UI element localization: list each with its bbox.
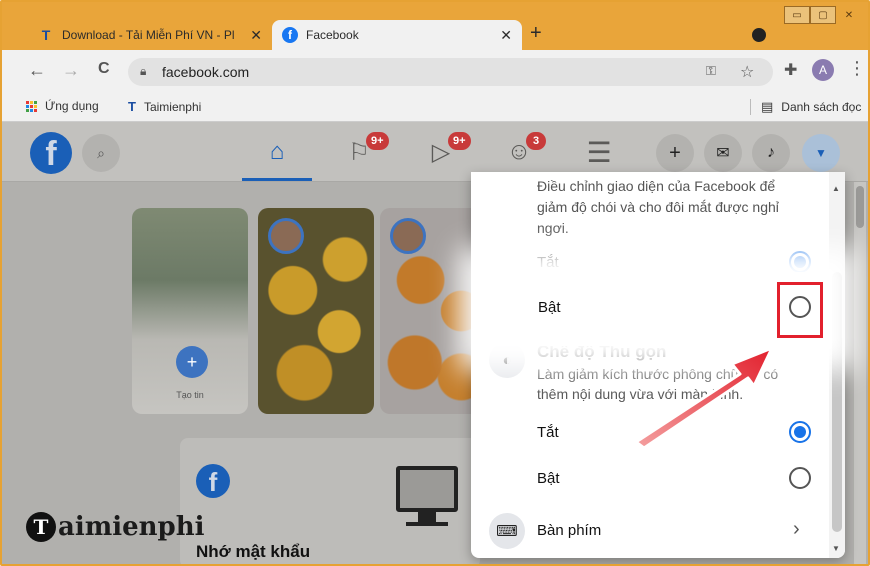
forward-button[interactable]: → [62,60,80,81]
dark-mode-description: Điều chỉnh giao diện của Facebook để giả… [537,178,779,236]
taimienphi-favicon-icon: T [41,27,51,43]
groups-badge: 3 [526,132,546,150]
avatar [268,218,304,254]
create-story-card[interactable]: + Tạo tin [132,208,248,414]
bookmark-star-icon[interactable]: ☆ [740,62,754,82]
tab-title: Download - Tải Miễn Phí VN - Pl [62,28,235,42]
tab-search-icon[interactable] [752,28,766,42]
home-icon[interactable]: ⌂ [242,134,312,170]
dark-mode-off-label: Tắt [537,254,559,271]
bookmark-apps[interactable]: Ứng dụng [26,99,99,113]
compact-mode-icon: ◐ [489,342,525,378]
back-button[interactable]: ← [28,60,46,81]
bookmark-taimienphi[interactable]: T Taimienphi [128,99,201,114]
facebook-favicon-icon: f [282,27,298,43]
new-tab-button[interactable]: + [530,22,542,45]
taimienphi-watermark: T aimienphi [26,512,205,542]
remember-password-card: f Nhớ mật khẩu [180,438,480,564]
keyboard-icon: ⌨ [489,513,525,549]
tab-strip: T Download - Tải Miễn Phí VN - Pl ✕ f Fa… [2,2,868,50]
reload-button[interactable]: C [98,60,110,78]
scroll-up-arrow-icon[interactable]: ▲ [832,184,840,193]
address-bar[interactable]: 🔒︎ facebook.com ⚿ ☆ [128,58,773,86]
scroll-down-arrow-icon[interactable]: ▼ [832,544,840,553]
story-card[interactable] [258,208,374,414]
tab-facebook[interactable]: f Facebook ✕ [272,20,522,50]
close-tab-icon[interactable]: ✕ [500,27,512,44]
facebook-logo-icon[interactable]: f [30,132,72,174]
page-scrollbar-thumb[interactable] [856,186,864,228]
compact-mode-on-label: Bật [537,470,560,487]
watermark-text: aimienphi [58,512,205,542]
compact-mode-on-radio[interactable] [789,467,811,489]
bookmark-taimienphi-label: Taimienphi [143,99,202,114]
add-story-icon[interactable]: + [176,346,208,378]
dark-mode-on-highlighted-label: Bật [538,299,561,316]
menu-hamburger-icon[interactable]: ☰ [564,134,634,170]
url-text: facebook.com [162,64,250,80]
account-dropdown-icon[interactable]: ▼ [802,134,840,172]
watermark-logo-icon: T [26,512,56,542]
browser-toolbar: ← → C 🔒︎ facebook.com ⚿ ☆ ✚ A ⋮ [2,50,868,92]
page-scrollbar[interactable] [854,182,866,564]
facebook-logo-icon: f [196,464,230,498]
compact-mode-off-label: Tắt [537,424,559,441]
bookmark-apps-label: Ứng dụng [45,99,99,113]
messenger-icon[interactable]: ✉ [704,134,742,172]
key-icon[interactable]: ⚿ [706,63,716,79]
search-icon[interactable]: ⌕ [82,134,120,172]
watch-badge: 9+ [448,132,471,150]
lock-icon[interactable]: 🔒︎ [140,64,146,79]
reading-list-icon: ▤ [761,99,774,114]
card-title: Nhớ mật khẩu [196,542,311,561]
reading-list[interactable]: ▤ Danh sách đọc [750,99,861,115]
pages-badge: 9+ [366,132,389,150]
panel-scrollbar-thumb[interactable] [832,272,842,532]
annotation-highlight-box [777,282,823,338]
dark-mode-off-radio[interactable] [789,251,811,273]
minimize-button[interactable]: ▭ [784,6,810,24]
close-tab-icon[interactable]: ✕ [250,27,262,44]
maximize-button[interactable]: ▢ [810,6,836,24]
apps-grid-icon [26,100,37,112]
taimienphi-icon: T [128,99,136,114]
extensions-puzzle-icon[interactable]: ✚ [784,60,797,80]
notifications-bell-icon[interactable]: ♪ [752,134,790,172]
create-story-label: Tạo tin [176,390,204,400]
keyboard-menu-item[interactable]: Bàn phím [537,522,601,539]
chevron-right-icon[interactable]: › [793,518,800,541]
home-active-indicator [242,178,312,181]
create-button[interactable]: + [656,134,694,172]
browser-window: T Download - Tải Miễn Phí VN - Pl ✕ f Fa… [0,0,870,566]
compact-mode-off-radio[interactable] [789,421,811,443]
annotation-arrow-icon [634,346,774,450]
window-controls: ▭ ▢ ✕ [784,6,862,24]
close-window-button[interactable]: ✕ [836,6,862,24]
monitor-illustration-icon [396,466,458,512]
monitor-base [406,522,448,526]
bookmarks-bar: Ứng dụng T Taimienphi ▤ Danh sách đọc [2,92,868,122]
profile-avatar[interactable]: A [812,59,834,81]
tab-taimienphi[interactable]: T Download - Tải Miễn Phí VN - Pl ✕ [28,20,272,50]
reading-list-label: Danh sách đọc [781,100,862,114]
avatar [390,218,426,254]
browser-menu-icon[interactable]: ⋮ [848,58,866,79]
tab-title: Facebook [306,28,359,42]
